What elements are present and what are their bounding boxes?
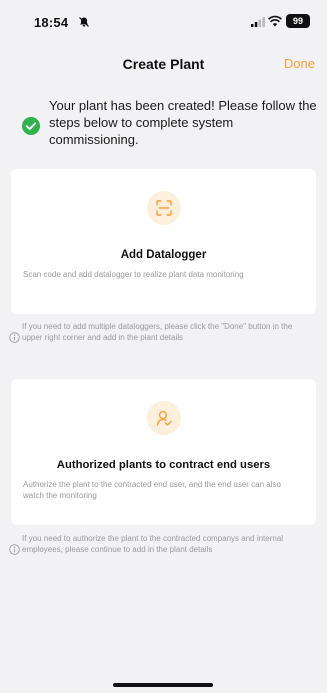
- card-description: Scan code and add datalogger to realize …: [23, 270, 244, 279]
- battery-icon: 99: [286, 14, 310, 28]
- home-indicator[interactable]: [113, 683, 213, 687]
- user-authorize-icon: [146, 401, 181, 435]
- silent-mode-icon: [79, 17, 89, 27]
- add-datalogger-card[interactable]: Add Datalogger Scan code and add datalog…: [11, 169, 316, 314]
- check-circle-icon: [22, 117, 40, 135]
- signal-icon: [251, 17, 265, 27]
- info-icon: [9, 544, 20, 555]
- scan-icon: [146, 191, 181, 225]
- info-icon: [9, 332, 20, 343]
- wifi-icon: [268, 15, 282, 27]
- note-text: If you need to add multiple dataloggers,…: [22, 322, 293, 342]
- done-button[interactable]: Done: [284, 56, 315, 71]
- note-text: If you need to authorize the plant to th…: [22, 534, 284, 554]
- success-text: Your plant has been created! Please foll…: [49, 98, 317, 147]
- navigation-bar: Create Plant Done: [0, 40, 327, 90]
- create-plant-screen: 18:54 99 Create Plant Done Your plant ha…: [0, 0, 327, 693]
- status-bar: 18:54 99: [0, 0, 327, 40]
- page-title: Create Plant: [122, 56, 205, 72]
- status-time: 18:54: [34, 15, 69, 30]
- authorize-end-users-card[interactable]: Authorized plants to contract end users …: [11, 379, 316, 525]
- card-description: Authorize the plant to the contracted en…: [23, 480, 281, 500]
- card-title: Add Datalogger: [120, 249, 207, 261]
- card-title: Authorized plants to contract end users: [56, 459, 271, 471]
